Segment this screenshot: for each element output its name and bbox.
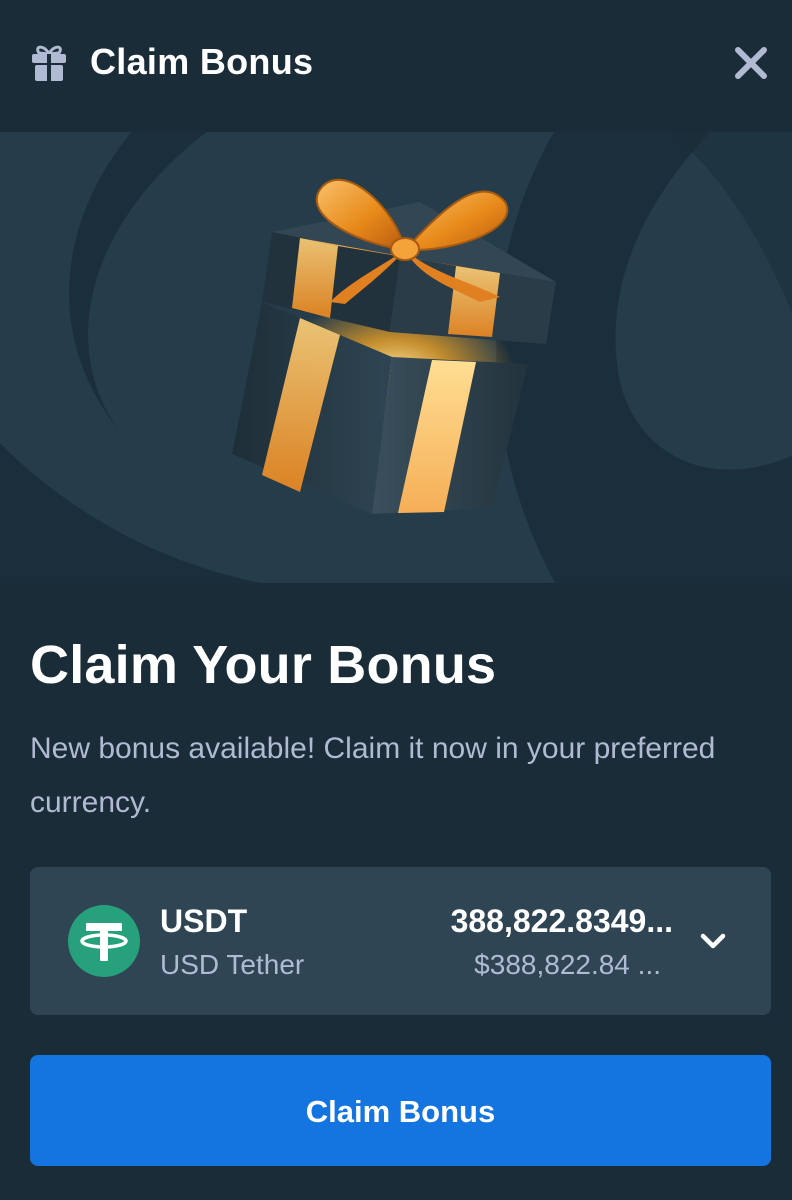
gift-box-illustration (0, 132, 792, 583)
chevron-down-icon[interactable] (698, 927, 728, 955)
description-text: New bonus available! Claim it now in you… (30, 732, 716, 819)
modal-title: Claim Bonus (90, 41, 314, 82)
gift-icon (32, 45, 66, 81)
claim-bonus-modal: Claim Bonus Claim Your Bonus New bonus a… (0, 0, 792, 1200)
currency-amount: 388,822.8349... (450, 903, 673, 939)
currency-name: USD Tether (160, 949, 305, 980)
close-button[interactable] (722, 30, 780, 94)
currency-fiat-value: $388,822.84 ... (474, 949, 661, 980)
modal-header: Claim Bonus (0, 0, 792, 132)
currency-selector[interactable]: USDT USD Tether 388,822.8349... $388,822… (30, 867, 771, 1015)
currency-symbol: USDT (160, 903, 248, 939)
claim-bonus-button[interactable]: Claim Bonus (30, 1055, 771, 1166)
close-icon (735, 47, 767, 79)
hero-banner (0, 132, 792, 583)
page-title: Claim Your Bonus (30, 635, 497, 695)
tether-icon (68, 905, 140, 977)
